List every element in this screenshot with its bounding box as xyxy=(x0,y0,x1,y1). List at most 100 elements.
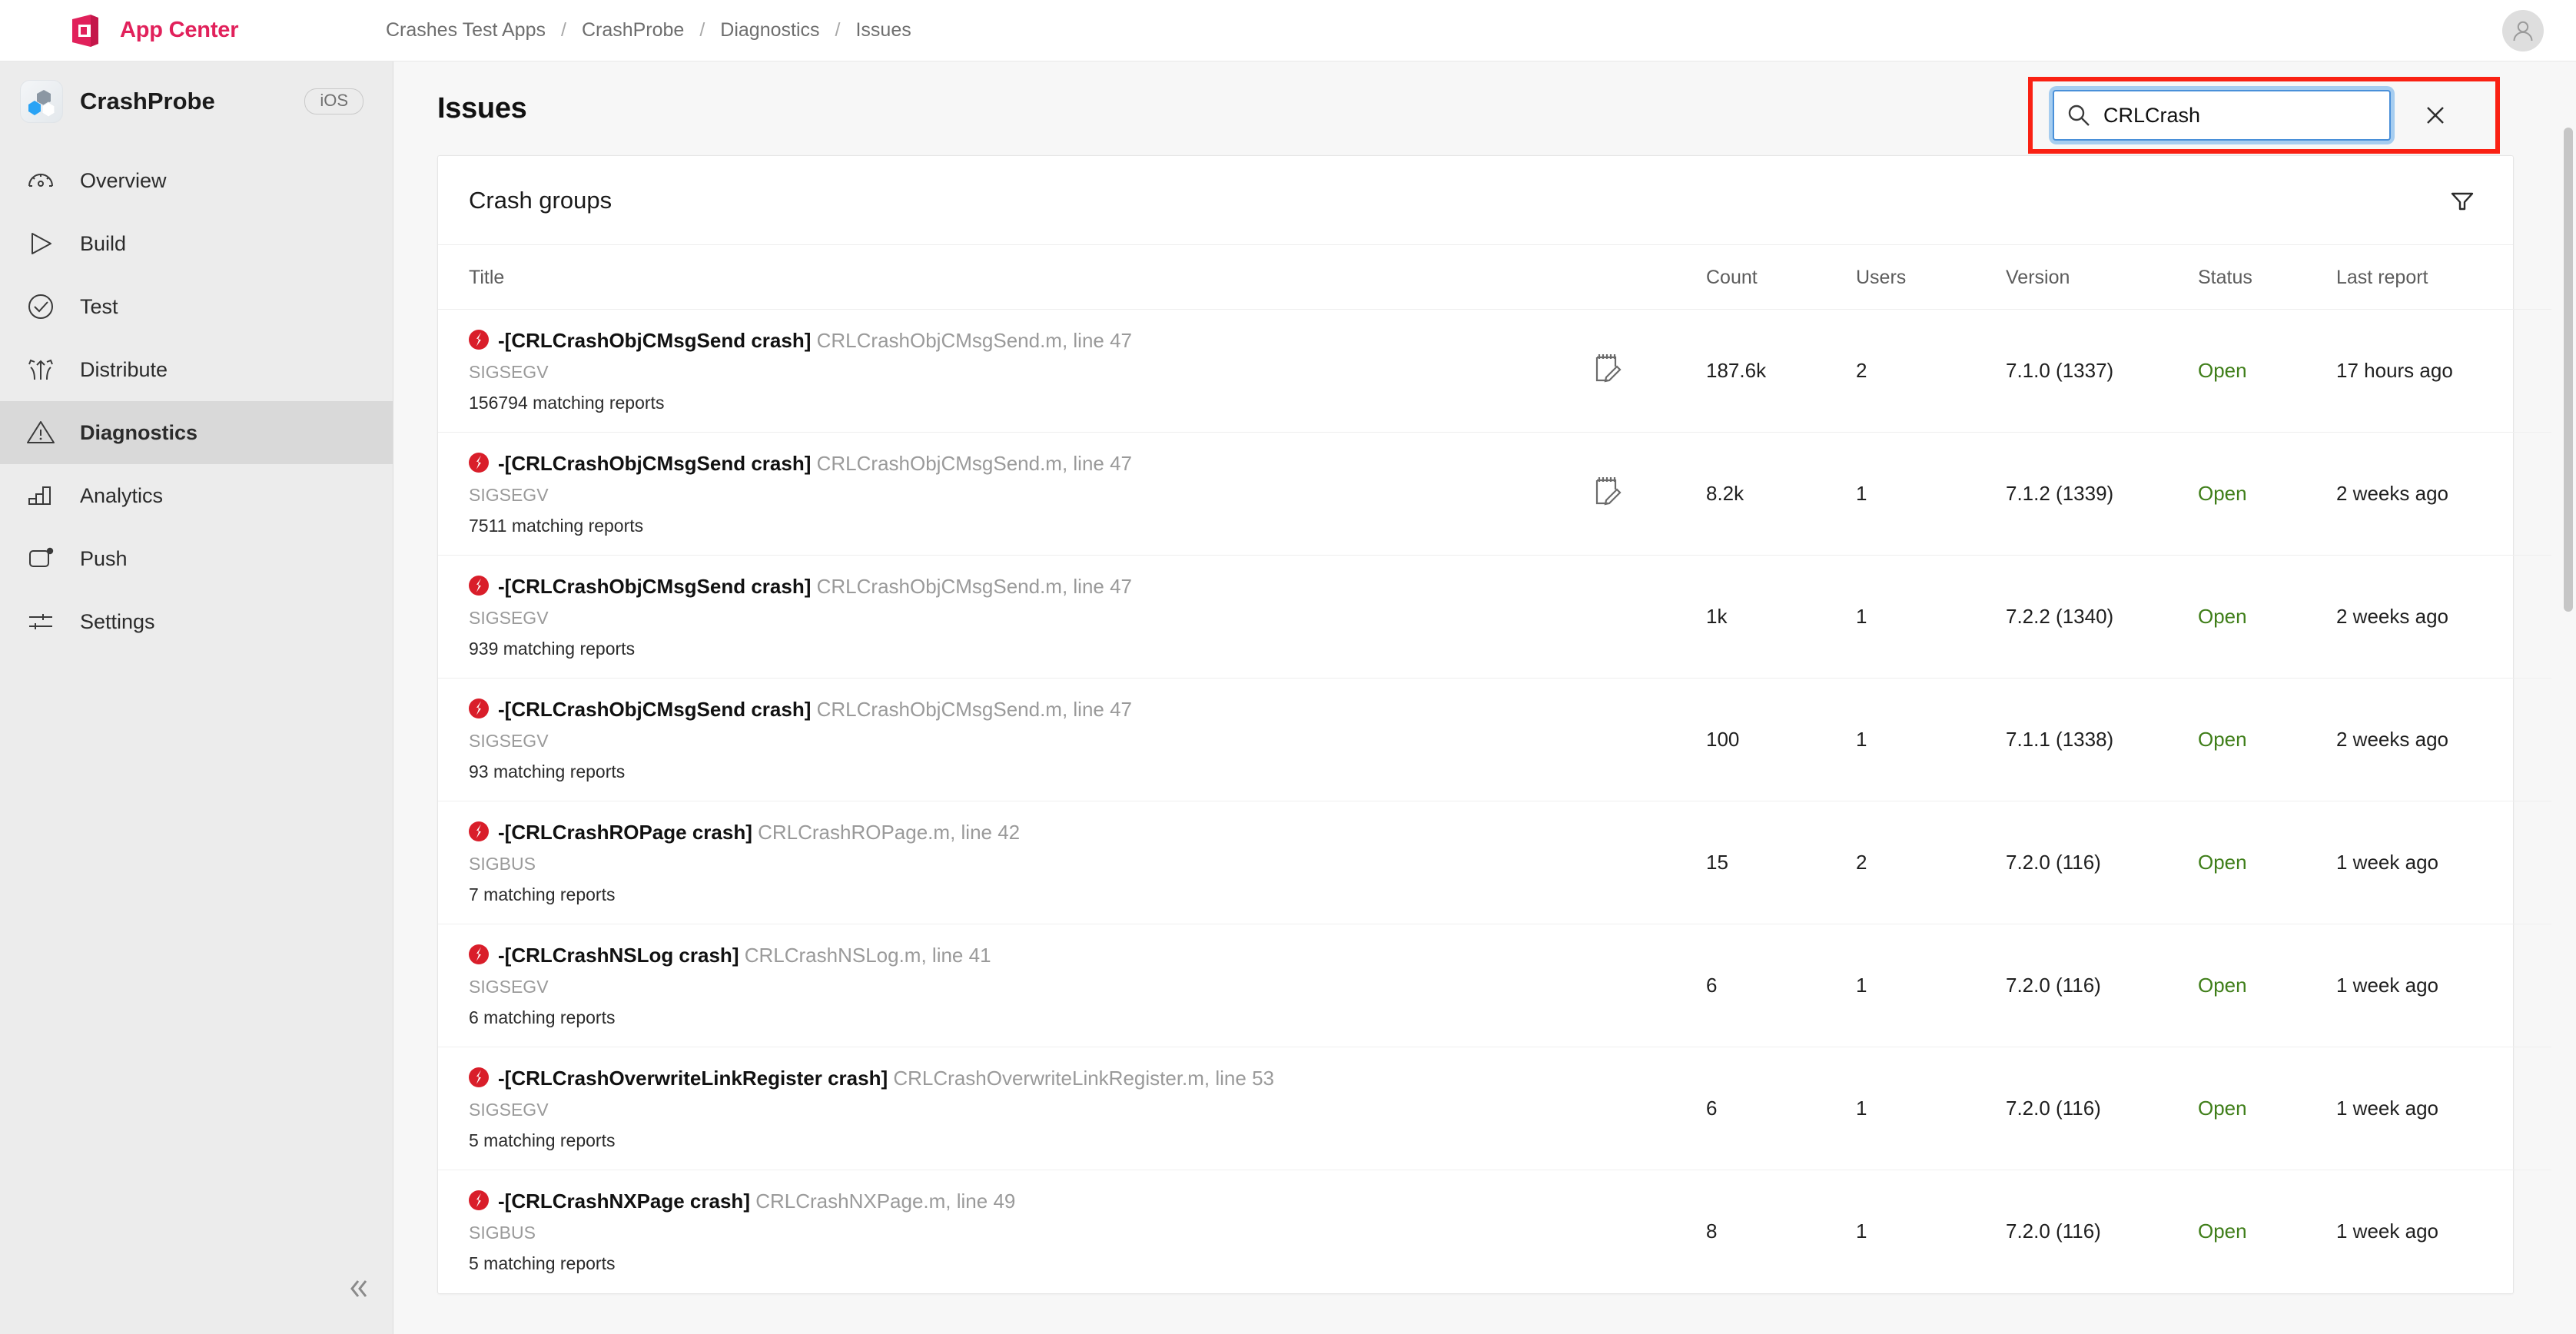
brand-block[interactable]: App Center xyxy=(0,0,393,61)
status-badge: Open xyxy=(2198,359,2247,382)
clear-search-button[interactable] xyxy=(2418,98,2452,132)
version-value: 7.2.0 (116) xyxy=(2006,974,2101,997)
cell-last-report: 2 weeks ago xyxy=(2336,678,2551,801)
crash-matching-reports: 5 matching reports xyxy=(469,1253,616,1273)
table-row[interactable]: -[CRLCrashObjCMsgSend crash] CRLCrashObj… xyxy=(438,309,2551,433)
table-row[interactable]: -[CRLCrashNSLog crash] CRLCrashNSLog.m, … xyxy=(438,924,2551,1047)
breadcrumb-item-1[interactable]: CrashProbe xyxy=(582,19,684,41)
page-title: Issues xyxy=(437,91,527,124)
user-avatar-icon xyxy=(2513,21,2533,41)
count-value: 6 xyxy=(1706,974,1718,997)
table-row[interactable]: -[CRLCrashObjCMsgSend crash] CRLCrashObj… xyxy=(438,678,2551,801)
sidebar-item-overview[interactable]: Overview xyxy=(0,149,393,212)
sidebar-app-name: CrashProbe xyxy=(80,88,215,114)
breadcrumb-item-2[interactable]: Diagnostics xyxy=(720,19,819,41)
sidebar-item-distribute[interactable]: Distribute xyxy=(0,338,393,401)
cell-title[interactable]: -[CRLCrashROPage crash] CRLCrashROPage.m… xyxy=(438,801,1591,924)
cell-note[interactable] xyxy=(1591,309,1706,433)
table-row[interactable]: -[CRLCrashOverwriteLinkRegister crash] C… xyxy=(438,1047,2551,1170)
crash-matching-reports: 7511 matching reports xyxy=(469,515,644,536)
sidebar-item-push[interactable]: Push xyxy=(0,527,393,590)
cell-note[interactable] xyxy=(1591,432,1706,556)
check-circle-icon xyxy=(23,289,58,324)
cell-title[interactable]: -[CRLCrashObjCMsgSend crash] CRLCrashObj… xyxy=(438,678,1591,801)
breadcrumb-item-0[interactable]: Crashes Test Apps xyxy=(386,19,546,41)
count-value: 15 xyxy=(1706,851,1728,874)
crash-groups-card: Crash groups Title Count Users Version S… xyxy=(437,155,2551,1294)
column-header-version[interactable]: Version xyxy=(2006,245,2198,310)
sliders-icon xyxy=(23,604,58,639)
version-value: 7.1.0 (1337) xyxy=(2006,359,2114,382)
sidebar-item-label: Analytics xyxy=(80,483,164,507)
crash-groups-table: Title Count Users Version Status Last re… xyxy=(438,245,2551,1293)
crash-error-icon xyxy=(469,329,489,350)
warning-triangle-icon xyxy=(23,415,58,450)
sidebar-item-test[interactable]: Test xyxy=(0,275,393,338)
sidebar-collapse-button[interactable] xyxy=(338,1268,380,1309)
users-value: 2 xyxy=(1856,851,1867,874)
column-header-users[interactable]: Users xyxy=(1856,245,2006,310)
sidebar-item-settings[interactable]: Settings xyxy=(0,590,393,653)
cell-count: 1k xyxy=(1706,555,1856,679)
crash-title-line: -[CRLCrashNSLog crash] CRLCrashNSLog.m, … xyxy=(469,943,1591,968)
crash-title-file: CRLCrashObjCMsgSend.m, line 47 xyxy=(816,328,1133,352)
cell-title[interactable]: -[CRLCrashObjCMsgSend crash] CRLCrashObj… xyxy=(438,432,1591,556)
table-row[interactable]: -[CRLCrashNXPage crash] CRLCrashNXPage.m… xyxy=(438,1170,2551,1293)
breadcrumb-item-3[interactable]: Issues xyxy=(855,19,911,41)
sidebar: CrashProbe iOS Overview Build Test Distr… xyxy=(0,61,393,1334)
vertical-scrollbar[interactable] xyxy=(2564,128,2573,612)
cell-title[interactable]: -[CRLCrashNSLog crash] CRLCrashNSLog.m, … xyxy=(438,924,1591,1047)
table-row[interactable]: -[CRLCrashObjCMsgSend crash] CRLCrashObj… xyxy=(438,432,2551,556)
cell-users: 1 xyxy=(1856,1047,2006,1170)
main-content: Issues Crash groups xyxy=(393,61,2576,1334)
cell-status: Open xyxy=(2198,432,2336,556)
cell-note xyxy=(1591,801,1706,924)
filter-button[interactable] xyxy=(2444,182,2481,219)
search-input[interactable] xyxy=(2053,90,2391,141)
last-report-value: 17 hours ago xyxy=(2336,359,2453,382)
status-badge: Open xyxy=(2198,605,2247,628)
column-header-count[interactable]: Count xyxy=(1706,245,1856,310)
crash-signal: SIGSEGV xyxy=(469,362,549,383)
avatar[interactable] xyxy=(2502,9,2544,51)
count-value: 187.6k xyxy=(1706,359,1767,382)
crash-title-bold: -[CRLCrashObjCMsgSend crash] xyxy=(498,451,812,475)
last-report-value: 1 week ago xyxy=(2336,974,2438,997)
cell-count: 8 xyxy=(1706,1170,1856,1293)
crash-signal: SIGSEGV xyxy=(469,485,549,506)
cell-title[interactable]: -[CRLCrashOverwriteLinkRegister crash] C… xyxy=(438,1047,1591,1170)
cell-users: 1 xyxy=(1856,678,2006,801)
crash-title-file: CRLCrashOverwriteLinkRegister.m, line 53 xyxy=(893,1066,1274,1090)
column-header-status[interactable]: Status xyxy=(2198,245,2336,310)
crash-error-icon xyxy=(469,1067,489,1087)
cell-version: 7.1.0 (1337) xyxy=(2006,309,2198,433)
sidebar-item-diagnostics[interactable]: Diagnostics xyxy=(0,401,393,464)
cell-note xyxy=(1591,1047,1706,1170)
crash-title-file: CRLCrashObjCMsgSend.m, line 47 xyxy=(816,574,1133,598)
sidebar-item-build[interactable]: Build xyxy=(0,212,393,275)
cell-last-report: 1 week ago xyxy=(2336,924,2551,1047)
column-header-last-report[interactable]: Last report xyxy=(2336,245,2551,310)
last-report-value: 2 weeks ago xyxy=(2336,482,2448,505)
crash-title-file: CRLCrashNXPage.m, line 49 xyxy=(755,1189,1016,1213)
table-row[interactable]: -[CRLCrashObjCMsgSend crash] CRLCrashObj… xyxy=(438,555,2551,679)
sidebar-item-analytics[interactable]: Analytics xyxy=(0,464,393,527)
users-value: 1 xyxy=(1856,482,1867,505)
count-value: 6 xyxy=(1706,1097,1718,1120)
crash-title-bold: -[CRLCrashROPage crash] xyxy=(498,820,752,844)
crash-title-bold: -[CRLCrashObjCMsgSend crash] xyxy=(498,574,812,598)
sidebar-app-header[interactable]: CrashProbe iOS xyxy=(0,61,393,141)
crash-signal: SIGSEGV xyxy=(469,977,549,997)
note-edit-icon xyxy=(1595,477,1622,506)
cell-last-report: 1 week ago xyxy=(2336,801,2551,924)
cell-title[interactable]: -[CRLCrashNXPage crash] CRLCrashNXPage.m… xyxy=(438,1170,1591,1293)
crash-matching-reports: 939 matching reports xyxy=(469,638,636,659)
crash-signal: SIGSEGV xyxy=(469,1100,549,1120)
status-badge: Open xyxy=(2198,728,2247,751)
column-header-title[interactable]: Title xyxy=(438,245,1591,310)
table-row[interactable]: -[CRLCrashROPage crash] CRLCrashROPage.m… xyxy=(438,801,2551,924)
cell-last-report: 2 weeks ago xyxy=(2336,432,2551,556)
cell-title[interactable]: -[CRLCrashObjCMsgSend crash] CRLCrashObj… xyxy=(438,555,1591,679)
version-value: 7.1.2 (1339) xyxy=(2006,482,2114,505)
cell-title[interactable]: -[CRLCrashObjCMsgSend crash] CRLCrashObj… xyxy=(438,309,1591,433)
